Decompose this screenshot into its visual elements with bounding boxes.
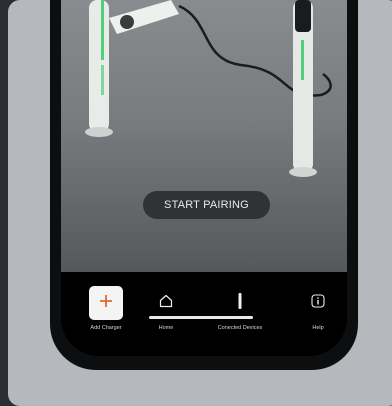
camera-preview: START PAIRING <box>61 0 347 272</box>
tab-label-add-charger: Add Charger <box>90 325 122 331</box>
home-icon <box>159 294 173 313</box>
info-icon <box>311 293 325 313</box>
phone-screen: START PAIRING Add Charger Home Conected … <box>61 0 347 356</box>
charger-device-icon <box>236 292 244 315</box>
tab-help[interactable]: Help <box>283 286 347 332</box>
tab-label-help: Help <box>312 325 324 331</box>
tab-label-home: Home <box>158 325 174 331</box>
plus-icon <box>99 294 113 313</box>
start-pairing-button[interactable]: START PAIRING <box>143 191 270 219</box>
tab-label-connected-devices: Conected Devices <box>217 325 263 331</box>
tab-home[interactable]: Home <box>131 286 201 332</box>
bottom-tab-bar: Add Charger Home Conected Devices Help <box>61 272 347 356</box>
charger-scene-image <box>85 0 332 177</box>
tab-connected-devices[interactable]: Conected Devices <box>205 286 275 332</box>
phone-frame: START PAIRING Add Charger Home Conected … <box>50 0 358 370</box>
add-charger-button[interactable] <box>89 286 123 320</box>
home-indicator[interactable] <box>149 316 253 319</box>
